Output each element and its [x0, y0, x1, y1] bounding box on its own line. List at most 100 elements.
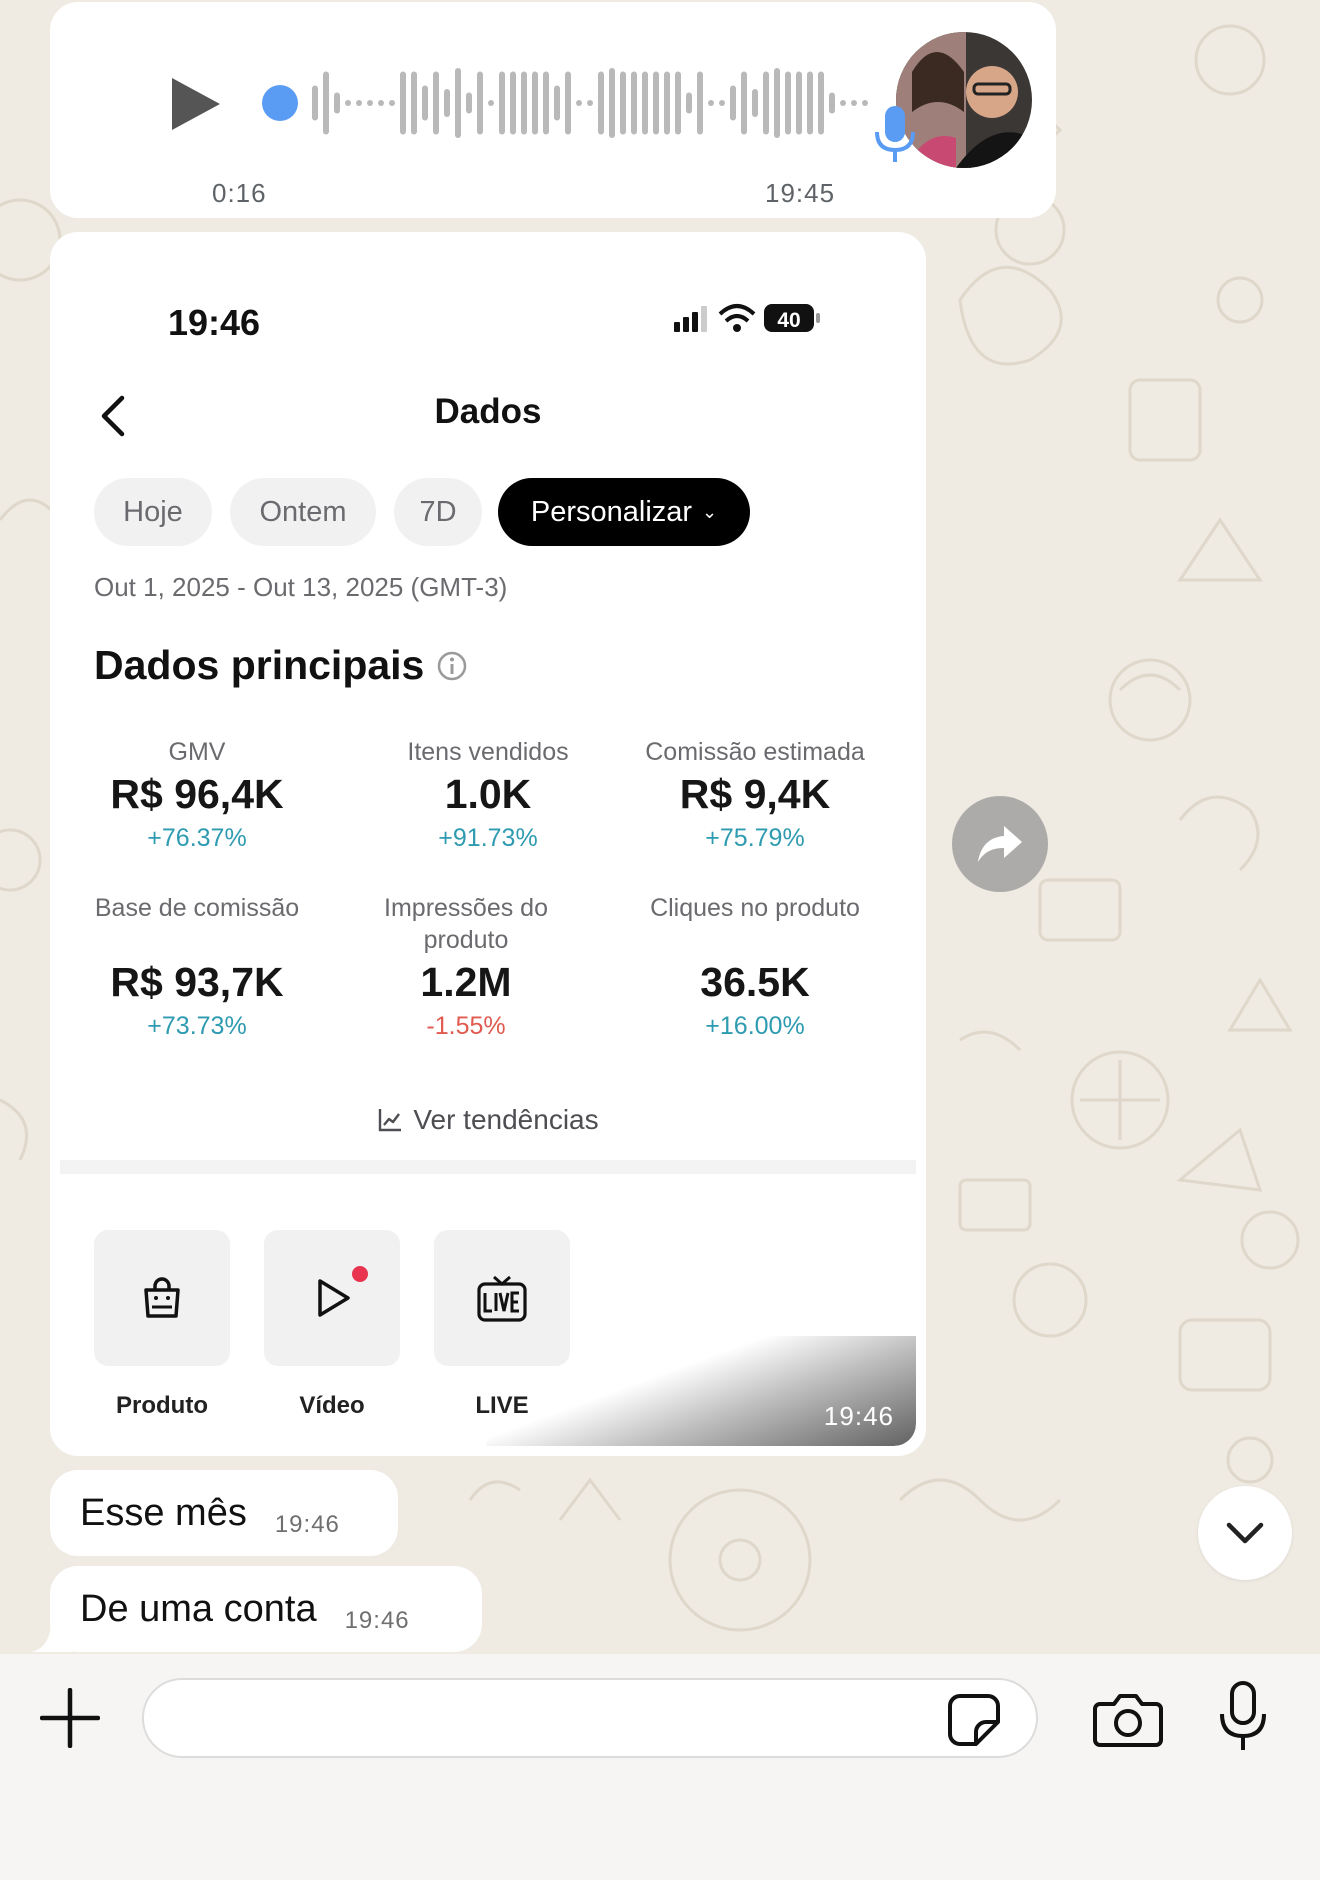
line-chart-icon [379, 1109, 402, 1132]
metric-change: +91.73% [438, 824, 538, 852]
metric-value: R$ 96,4K [110, 771, 284, 817]
sticker-icon[interactable] [946, 1692, 1002, 1748]
metric-change: +75.79% [705, 824, 805, 852]
waveform-bar [587, 100, 593, 106]
metric-label: Comissão estimada [645, 738, 865, 766]
waveform-bar [642, 71, 648, 135]
waveform-bar [675, 71, 681, 135]
metric-gmv: GMV R$ 96,4K +76.37% [63, 736, 331, 856]
waveform-bar [411, 71, 417, 135]
waveform-bar [752, 89, 758, 117]
page-title: Dados [434, 392, 542, 431]
playback-scrubber[interactable] [262, 85, 298, 121]
metric-change: +16.00% [705, 1012, 805, 1040]
waveform-bar [796, 71, 802, 135]
section-title-text: Dados principais [94, 642, 425, 688]
waveform-bar [422, 85, 428, 121]
waveform-bar [851, 100, 857, 106]
shopping-bag-icon [144, 1277, 180, 1318]
filter-chip-label: Personalizar [530, 495, 693, 528]
waveform-bar [521, 71, 527, 135]
waveform-bar [862, 100, 868, 106]
waveform-bar [345, 100, 351, 106]
metric-label: Cliques no produto [650, 894, 860, 922]
camera-icon[interactable] [1092, 1692, 1164, 1748]
play-icon[interactable] [168, 74, 224, 134]
waveform-bar [840, 100, 846, 106]
tile-produto[interactable] [94, 1230, 230, 1366]
view-trends-label: Ver tendências [413, 1104, 599, 1135]
live-tv-icon [477, 1275, 527, 1322]
waveform-bar [576, 100, 582, 106]
message-text: Esse mês [80, 1491, 247, 1534]
metric-impressoes-do-produto: Impressões do produto 1.2M -1.55% [354, 892, 578, 1044]
metric-comissao-estimada: Comissão estimada R$ 9,4K +75.79% [621, 736, 889, 856]
notification-dot [352, 1266, 368, 1282]
section-divider [60, 1160, 916, 1174]
waveform-bar [609, 68, 615, 138]
waveform-bar [719, 100, 725, 106]
scroll-to-bottom-button[interactable] [1198, 1486, 1292, 1580]
waveform-bar [763, 71, 769, 135]
waveform-bar [400, 71, 406, 135]
status-bar-time: 19:46 [168, 302, 261, 343]
waveform-bar [477, 71, 483, 135]
tile-video-label: Vídeo [299, 1392, 365, 1419]
metric-value: 1.2M [420, 959, 512, 1005]
metric-itens-vendidos: Itens vendidos 1.0K +91.73% [354, 736, 622, 856]
waveform-bar [741, 71, 747, 135]
tile-video[interactable] [264, 1230, 400, 1366]
metric-value: 1.0K [444, 771, 532, 817]
forward-button[interactable] [952, 796, 1048, 892]
waveform-bar [730, 85, 736, 121]
text-message[interactable]: De uma conta 19:46 [50, 1566, 482, 1652]
shared-screenshot[interactable]: 19:46 40 Dados Hoje Ontem 7D Personaliza… [60, 242, 916, 1446]
message-time: 19:46 [274, 1511, 340, 1538]
waveform-bar [598, 71, 604, 135]
battery-level: 40 [777, 309, 800, 332]
message-input[interactable] [142, 1678, 1038, 1758]
tile-produto-label: Produto [116, 1392, 208, 1419]
message-time: 19:46 [344, 1607, 410, 1634]
waveform-bar [334, 92, 340, 114]
mic-icon [875, 106, 915, 162]
video-play-icon [318, 1279, 350, 1317]
metric-label: Base de comissão [94, 894, 300, 922]
metric-value: 36.5K [700, 959, 810, 1005]
metric-label: GMV [168, 738, 226, 766]
plus-icon[interactable] [40, 1688, 100, 1748]
waveform-bar [323, 71, 329, 135]
microphone-icon[interactable] [1218, 1680, 1268, 1754]
filter-chip-ontem[interactable]: Ontem [230, 478, 376, 546]
waveform-bar [499, 71, 505, 135]
waveform-bar [631, 71, 637, 135]
section-title: Dados principais [94, 642, 468, 689]
voice-waveform[interactable] [260, 60, 884, 146]
waveform-bar [466, 92, 472, 114]
waveform-bar [807, 71, 813, 135]
waveform-bar [312, 85, 318, 121]
image-message-bubble[interactable]: 19:46 40 Dados Hoje Ontem 7D Personaliza… [50, 232, 926, 1456]
waveform-bar [708, 100, 714, 106]
metric-value: R$ 93,7K [110, 959, 284, 1005]
waveform-bar [433, 71, 439, 135]
filter-chip-hoje[interactable]: Hoje [94, 478, 212, 546]
waveform-bar [829, 92, 835, 114]
message-composer [0, 1654, 1320, 1880]
info-icon[interactable] [436, 650, 468, 682]
metric-value: R$ 9,4K [679, 771, 831, 817]
waveform-bar [554, 85, 560, 121]
waveform-bar [488, 100, 494, 106]
waveform-bar [620, 71, 626, 135]
voice-message-bubble: 0:16 19:45 [50, 2, 1056, 218]
waveform-bar [378, 100, 384, 106]
filter-chip-personalizar[interactable]: Personalizar ⌄ [498, 478, 750, 546]
waveform-bar [367, 100, 373, 106]
waveform-bar [653, 71, 659, 135]
text-message[interactable]: Esse mês 19:46 [50, 1470, 398, 1556]
metric-change: -1.55% [426, 1012, 506, 1040]
message-text: De uma conta [80, 1587, 317, 1630]
view-trends-link[interactable]: Ver tendências [60, 1104, 916, 1136]
filter-chip-7d[interactable]: 7D [394, 478, 482, 546]
waveform-bar [697, 71, 703, 135]
